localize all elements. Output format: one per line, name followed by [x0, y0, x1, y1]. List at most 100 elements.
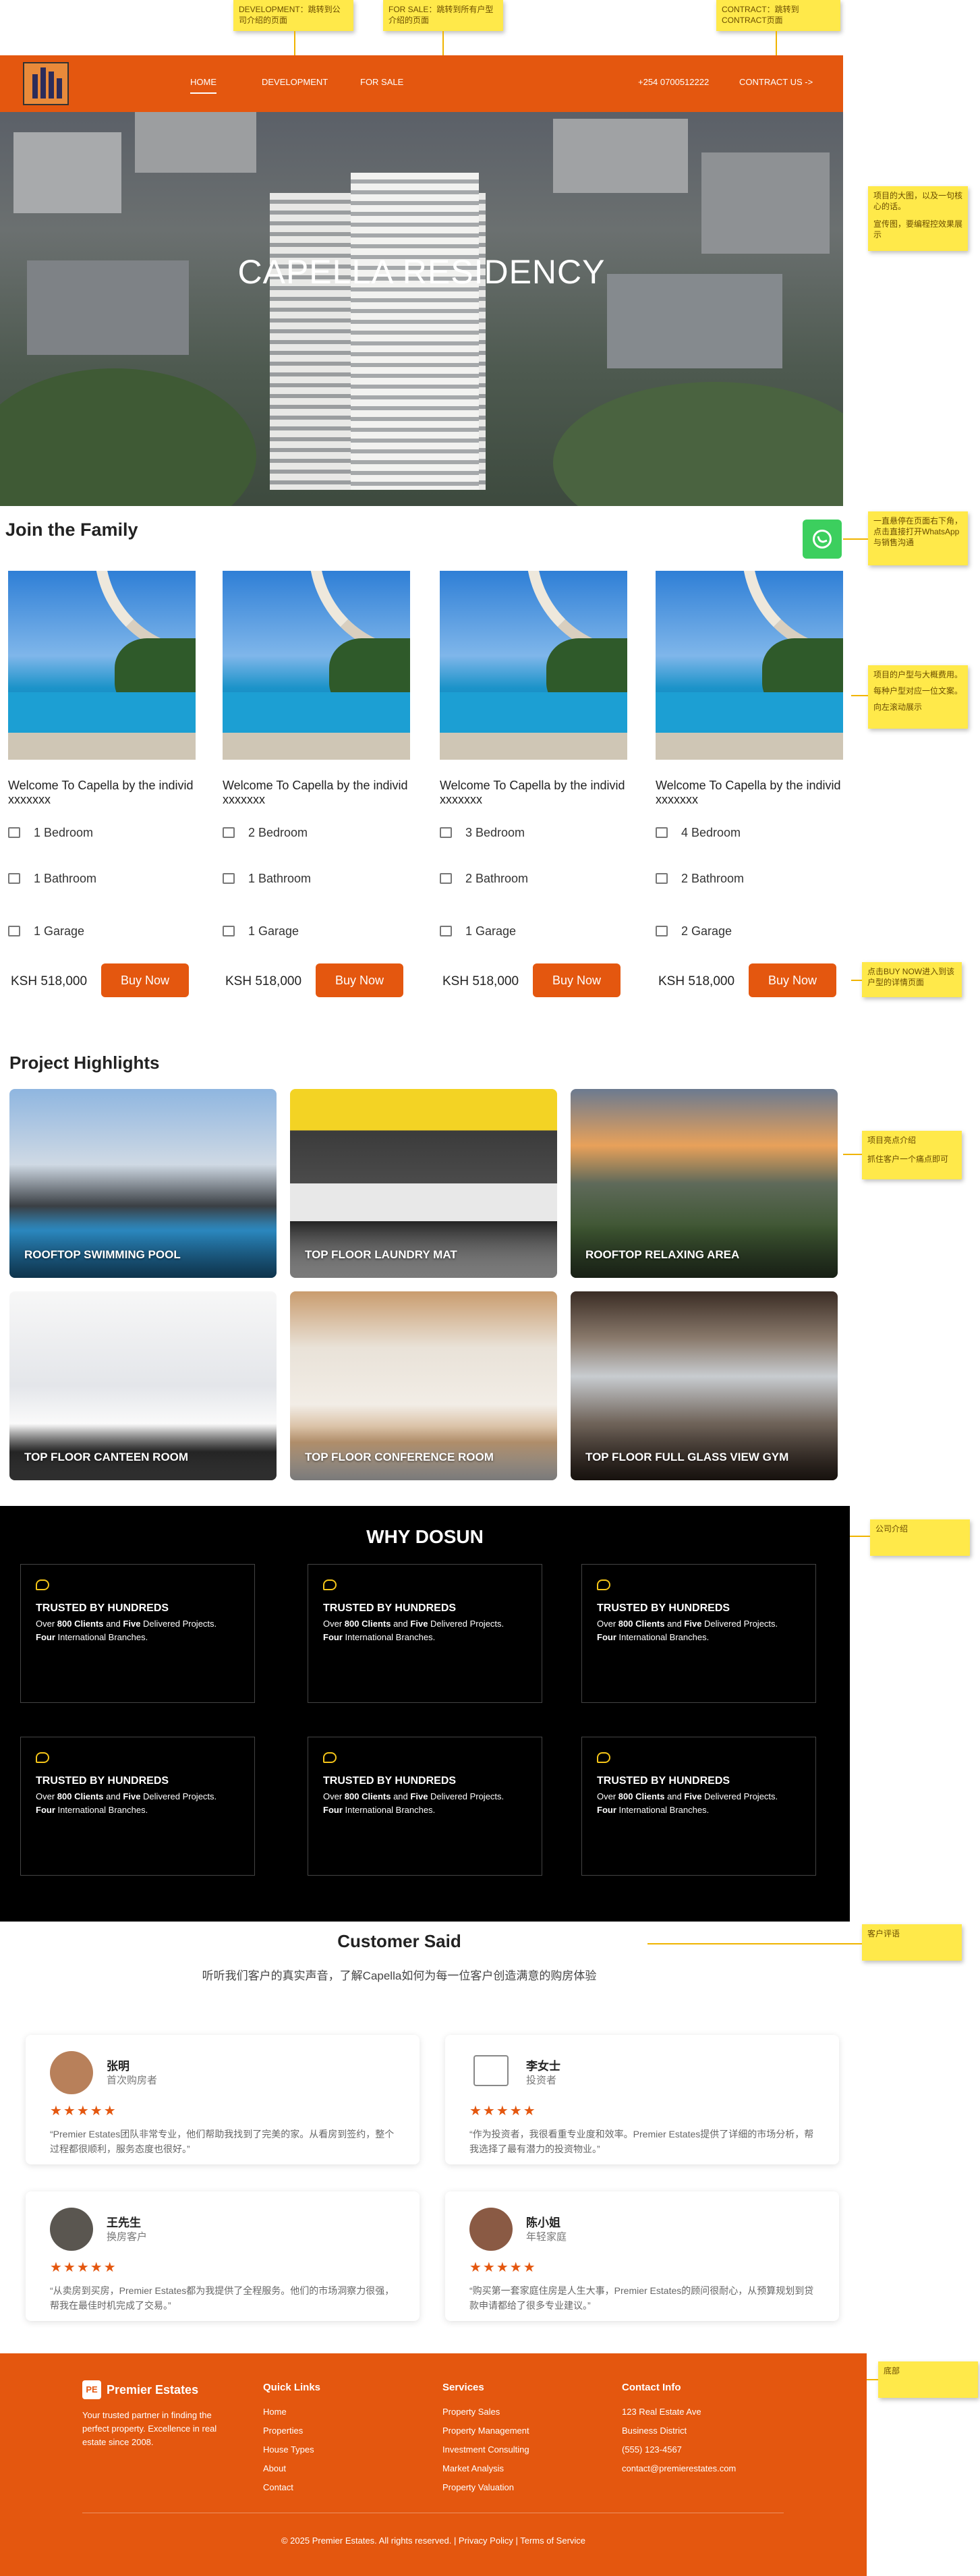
note-line [867, 2379, 878, 2380]
footer-link[interactable]: Home [263, 2403, 320, 2421]
footer-link[interactable]: Property Sales [442, 2403, 529, 2421]
note-hero-line1: 项目的大图，以及一句核心的话。 [873, 191, 963, 211]
why-section: WHY DOSUN TRUSTED BY HUNDREDS Over 800 C… [0, 1506, 850, 1922]
hero-trees [0, 368, 256, 506]
hero-title: CAPELLA RESIDENCY [237, 253, 606, 291]
unit-price: KSH 518,000 [658, 974, 735, 988]
nav-for-sale[interactable]: FOR SALE [360, 77, 403, 87]
nav-phone[interactable]: +254 0700512222 [638, 77, 709, 87]
footer-link[interactable]: Properties [263, 2421, 320, 2440]
why-box-text: Over 800 Clients and Five Delivered Proj… [36, 1619, 217, 1642]
testimonial-role: 首次购房者 [107, 2075, 158, 2086]
note-highlights: 项目亮点介绍 抓住客户一个痛点即可 [862, 1131, 962, 1179]
highlight-card[interactable]: TOP FLOOR LAUNDRY MAT [290, 1089, 557, 1278]
rating-stars: ★★★★★ [50, 2260, 117, 2275]
buy-now-button[interactable]: Buy Now [749, 963, 836, 997]
bath-icon [440, 873, 452, 884]
testimonial-quote: “从卖房到买房，Premier Estates都为我提供了全程服务。他们的市场洞… [50, 2285, 395, 2311]
testimonial-quote: “购买第一套家庭住房是人生大事，Premier Estates的顾问很耐心，从预… [469, 2285, 814, 2311]
bed-icon [223, 827, 235, 838]
chat-icon [36, 1579, 49, 1590]
rating-stars: ★★★★★ [469, 2260, 537, 2275]
bed-icon [440, 827, 452, 838]
testimonial-quote: “作为投资者，我很看重专业度和效率。Premier Estates提供了详细的市… [469, 2129, 814, 2154]
hero-tower-front [351, 173, 479, 490]
unit-card: Welcome To Capella by the individ xxxxxx… [649, 564, 851, 1012]
testimonial-name: 陈小姐 [526, 2216, 560, 2229]
join-title: Join the Family [5, 520, 138, 540]
highlight-card[interactable]: ROOFTOP SWIMMING POOL [9, 1089, 277, 1278]
unit-bathrooms: 2 Bathroom [656, 872, 744, 886]
why-box: TRUSTED BY HUNDREDS Over 800 Clients and… [581, 1564, 816, 1703]
highlight-card[interactable]: TOP FLOOR FULL GLASS VIEW GYM [571, 1291, 838, 1480]
footer-contact: Contact Info 123 Real Estate Ave Busines… [622, 2382, 736, 2478]
note-line [843, 538, 868, 540]
footer-link[interactable]: About [263, 2459, 320, 2478]
footer-brand: PE Premier Estates Your trusted partner i… [82, 2380, 231, 2449]
unit-garage: 1 Garage [8, 924, 84, 939]
chat-icon [597, 1752, 610, 1763]
unit-bathrooms: 1 Bathroom [223, 872, 311, 886]
unit-image [656, 571, 843, 760]
buy-now-button[interactable]: Buy Now [533, 963, 621, 997]
buy-now-button[interactable]: Buy Now [316, 963, 403, 997]
highlight-card[interactable]: ROOFTOP RELAXING AREA [571, 1089, 838, 1278]
footer-link[interactable]: House Types [263, 2440, 320, 2459]
footer-brand-name[interactable]: Premier Estates [107, 2383, 198, 2397]
note-hero: 项目的大图，以及一句核心的话。 宣传图，要编程控效果展示 [868, 186, 968, 251]
nav-home[interactable]: HOME [190, 77, 217, 94]
footer-phone[interactable]: (555) 123-4567 [622, 2440, 736, 2459]
footer-link[interactable]: Property Valuation [442, 2478, 529, 2497]
garage-icon [656, 926, 668, 936]
note-units-line1: 项目的户型与大概费用。 [873, 670, 963, 679]
why-title: WHY DOSUN [366, 1526, 484, 1547]
highlights-title: Project Highlights [9, 1053, 160, 1073]
why-box: TRUSTED BY HUNDREDS Over 800 Clients and… [20, 1564, 255, 1703]
highlight-label: ROOFTOP SWIMMING POOL [24, 1248, 181, 1261]
unit-bedrooms: 3 Bedroom [440, 826, 525, 840]
note-highlights-line2: 抓住客户一个痛点即可 [867, 1154, 949, 1164]
avatar [50, 2051, 93, 2094]
testimonial-name: 张明 [107, 2060, 129, 2073]
buy-now-button[interactable]: Buy Now [101, 963, 189, 997]
why-box: TRUSTED BY HUNDREDS Over 800 Clients and… [20, 1737, 255, 1876]
note-for-sale: FOR SALE：跳转到所有户型介绍的页面 [383, 0, 503, 31]
footer-link[interactable]: Market Analysis [442, 2459, 529, 2478]
hero-background-building [135, 112, 256, 173]
testimonials-title: Customer Said [337, 1931, 461, 1951]
footer-link[interactable]: Investment Consulting [442, 2440, 529, 2459]
footer-email[interactable]: contact@premierestates.com [622, 2459, 736, 2478]
highlight-card[interactable]: TOP FLOOR CANTEEN ROOM [9, 1291, 277, 1480]
note-development: DEVELOPMENT：跳转到公司介绍的页面 [233, 0, 353, 31]
unit-card: Welcome To Capella by the individ xxxxxx… [433, 564, 635, 1012]
garage-icon [8, 926, 20, 936]
highlight-label: TOP FLOOR LAUNDRY MAT [305, 1248, 457, 1261]
chat-icon [323, 1579, 337, 1590]
rating-stars: ★★★★★ [50, 2104, 117, 2119]
footer-link[interactable]: Property Management [442, 2421, 529, 2440]
unit-title: Welcome To Capella by the individ xxxxxx… [8, 779, 194, 806]
whatsapp-button[interactable] [803, 520, 842, 559]
why-box: TRUSTED BY HUNDREDS Over 800 Clients and… [581, 1737, 816, 1876]
nav-development[interactable]: DEVELOPMENT [262, 77, 328, 87]
testimonial-quote: “Premier Estates团队非常专业，他们帮助我找到了完美的家。从看房到… [50, 2129, 395, 2154]
footer-heading: Quick Links [263, 2382, 321, 2393]
testimonial-card: 张明 首次购房者 ★★★★★ “Premier Estates团队非常专业，他们… [26, 2035, 420, 2164]
footer-services: Services Property Sales Property Managem… [442, 2382, 529, 2497]
testimonial-name: 李女士 [526, 2060, 560, 2073]
nav-contact[interactable]: CONTRACT US -> [739, 77, 813, 87]
footer-link[interactable]: Contact [263, 2478, 320, 2497]
testimonial-name: 王先生 [107, 2216, 141, 2229]
note-reviews: 客户评语 [862, 1924, 962, 1961]
why-box-heading: TRUSTED BY HUNDREDS [597, 1602, 730, 1614]
brand-logo[interactable] [23, 62, 69, 105]
unit-title: Welcome To Capella by the individ xxxxxx… [223, 779, 408, 806]
why-box-heading: TRUSTED BY HUNDREDS [597, 1775, 730, 1787]
highlight-label: TOP FLOOR FULL GLASS VIEW GYM [585, 1451, 789, 1463]
why-box-text: Over 800 Clients and Five Delivered Proj… [323, 1619, 505, 1642]
unit-image [440, 571, 627, 760]
avatar [50, 2208, 93, 2251]
unit-bathrooms: 2 Bathroom [440, 872, 528, 886]
highlight-card[interactable]: TOP FLOOR CONFERENCE ROOM [290, 1291, 557, 1480]
highlight-label: TOP FLOOR CANTEEN ROOM [24, 1451, 189, 1463]
